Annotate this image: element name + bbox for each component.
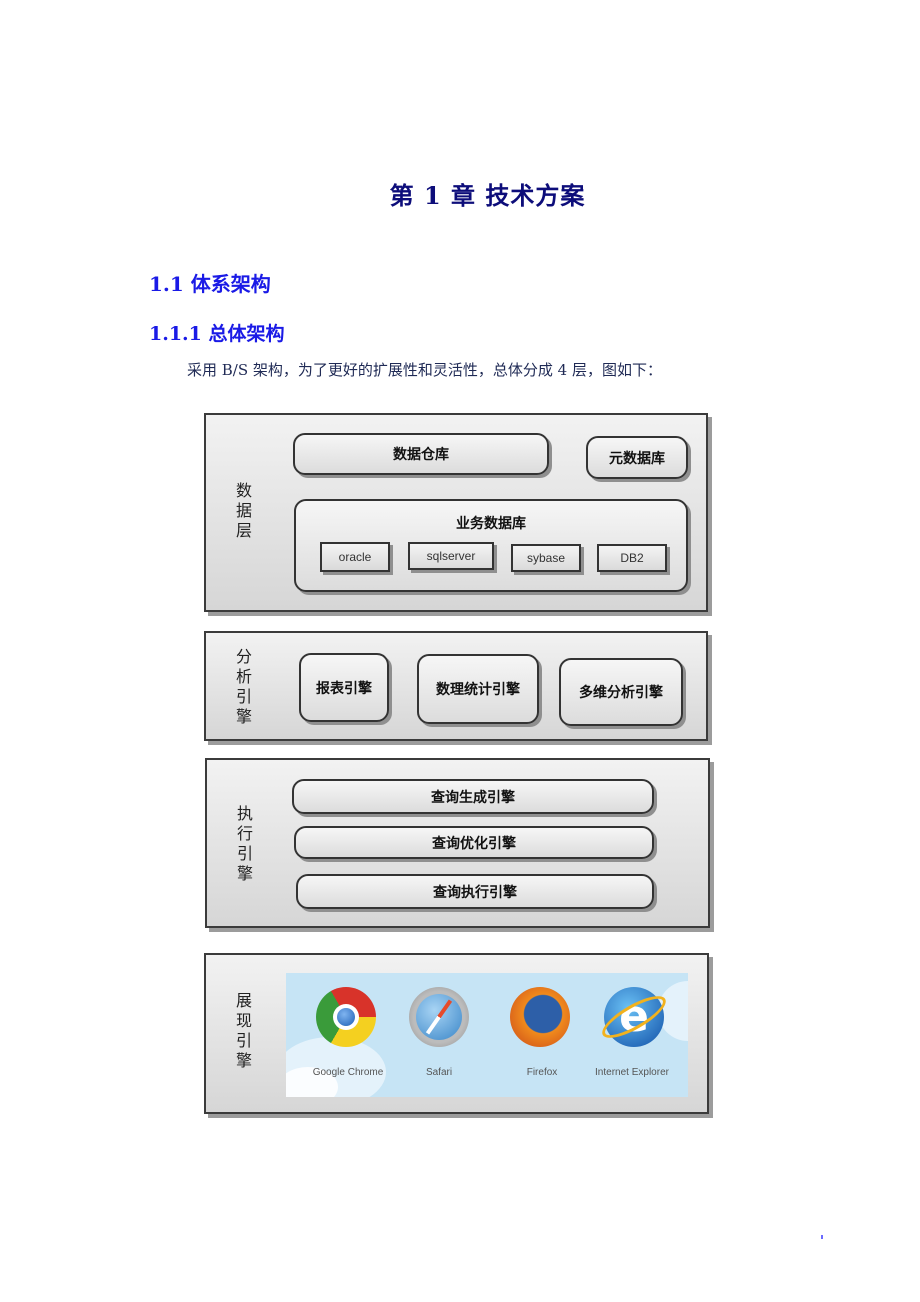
statistics-engine-label: 数理统计引擎 xyxy=(436,682,520,698)
analysis-engine-label: 分析引擎 xyxy=(235,647,252,726)
execution-engine-label: 执行引擎 xyxy=(236,804,253,883)
query-generation-box: 查询生成引擎 xyxy=(292,779,654,814)
report-engine-label: 报表引擎 xyxy=(316,680,372,697)
chapter-title: 第 1 章 技术方案 xyxy=(389,181,586,210)
data-layer-label: 数据层 xyxy=(235,481,252,540)
ie-label: Internet Explorer xyxy=(595,1067,669,1078)
data-warehouse-box: 数据仓库 xyxy=(293,433,549,475)
browser-logos-panel: Google Chrome Safari Firefox e Internet … xyxy=(286,973,688,1097)
olap-engine-label: 多维分析引擎 xyxy=(579,685,663,701)
db-sybase: sybase xyxy=(511,544,581,572)
olap-engine-box: 多维分析引擎 xyxy=(559,658,683,726)
data-layer: 数据层 数据仓库 元数据库 业务数据库 oracle sqlserver syb… xyxy=(204,413,708,612)
db-db2: DB2 xyxy=(597,544,667,572)
metadata-db-box: 元数据库 xyxy=(586,436,688,479)
chrome-icon xyxy=(316,987,376,1047)
firefox-label: Firefox xyxy=(526,1067,558,1078)
execution-engine-layer: 执行引擎 查询生成引擎 查询优化引擎 查询执行引擎 xyxy=(205,758,710,928)
section-title: 1.1 体系架构 xyxy=(149,272,271,296)
safari-label: Safari xyxy=(425,1067,453,1078)
business-db-title: 业务数据库 xyxy=(456,516,526,532)
db-oracle: oracle xyxy=(320,542,390,572)
analysis-engine-layer: 分析引擎 报表引擎 数理统计引擎 多维分析引擎 xyxy=(204,631,708,741)
subsection-title: 1.1.1 总体架构 xyxy=(149,323,285,345)
query-execution-box: 查询执行引擎 xyxy=(296,874,654,909)
query-optimization-label: 查询优化引擎 xyxy=(432,835,516,852)
query-execution-label: 查询执行引擎 xyxy=(433,884,517,901)
business-db-box: 业务数据库 oracle sqlserver sybase DB2 xyxy=(294,499,688,592)
db-sqlserver: sqlserver xyxy=(408,542,494,570)
report-engine-box: 报表引擎 xyxy=(299,653,389,722)
intro-paragraph: 采用 B/S 架构，为了更好的扩展性和灵活性，总体分成 4 层，图如下： xyxy=(187,361,662,379)
ie-icon: e xyxy=(596,987,672,1047)
page-marker xyxy=(821,1235,823,1239)
safari-icon xyxy=(409,987,469,1047)
metadata-db-label: 元数据库 xyxy=(609,450,665,467)
query-optimization-box: 查询优化引擎 xyxy=(294,826,654,859)
presentation-engine-label: 展现引擎 xyxy=(235,991,252,1070)
statistics-engine-box: 数理统计引擎 xyxy=(417,654,539,724)
query-generation-label: 查询生成引擎 xyxy=(431,789,515,806)
chrome-label: Google Chrome xyxy=(312,1067,384,1078)
data-warehouse-label: 数据仓库 xyxy=(393,447,449,463)
firefox-icon xyxy=(510,987,570,1047)
